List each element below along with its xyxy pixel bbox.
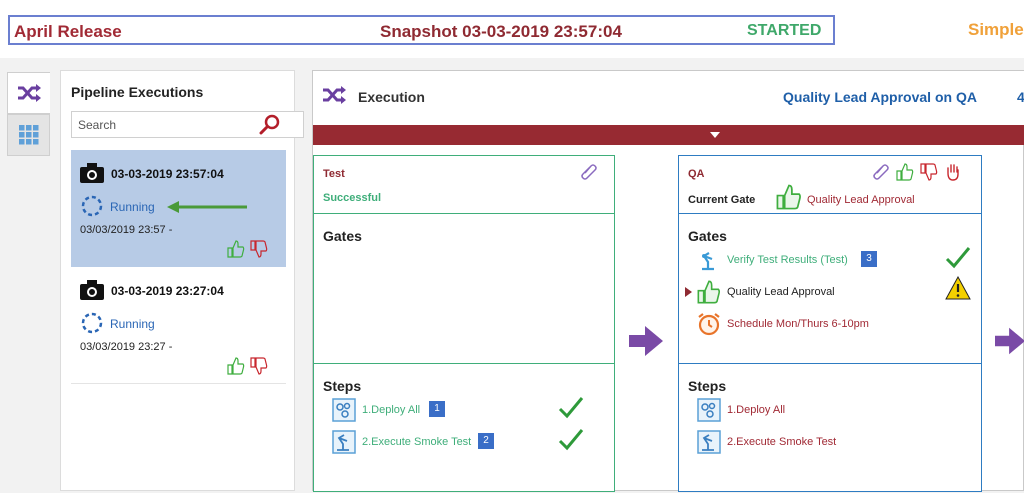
step-row[interactable]: 2.Execute Smoke Test bbox=[697, 430, 977, 456]
arrow-left-icon bbox=[167, 200, 247, 218]
stage-name: Test bbox=[323, 168, 345, 180]
stage-header: QA Current Gate Quality Lead Approval bbox=[679, 156, 981, 214]
spinner-icon bbox=[80, 311, 104, 340]
search-icon[interactable] bbox=[259, 114, 281, 141]
gates-section: Gates bbox=[314, 214, 614, 364]
checkmark-icon bbox=[945, 246, 971, 275]
thumbs-down-icon[interactable] bbox=[920, 163, 938, 186]
thumbs-down-icon[interactable] bbox=[250, 357, 268, 380]
execution-count: 4 bbox=[1017, 89, 1024, 105]
top-bar: April Release Snapshot 03-03-2019 23:57:… bbox=[0, 0, 1024, 58]
execution-date: 03-03-2019 23:57:04 bbox=[111, 167, 224, 181]
checkmark-icon bbox=[558, 396, 584, 425]
current-gate-link[interactable]: Quality Lead Approval on QA bbox=[783, 89, 977, 105]
gate-label: Schedule Mon/Thurs 6-10pm bbox=[727, 318, 869, 330]
thumbs-up-icon[interactable] bbox=[896, 163, 914, 186]
search-input[interactable] bbox=[78, 116, 248, 134]
execution-status: Running bbox=[110, 317, 155, 331]
stage-qa: QA Current Gate Quality Lead Approval Ga… bbox=[678, 155, 982, 492]
status-badge: STARTED bbox=[747, 22, 822, 39]
step-label: 2.Execute Smoke Test bbox=[727, 436, 837, 448]
gate-row[interactable]: Schedule Mon/Thurs 6-10pm bbox=[697, 312, 977, 338]
execution-card-2[interactable]: 03-03-2019 23:27:04 Running 03/03/2019 2… bbox=[71, 267, 286, 384]
hand-stop-icon[interactable] bbox=[945, 163, 961, 186]
execution-card-1[interactable]: 03-03-2019 23:57:04 Running 03/03/2019 2… bbox=[71, 150, 286, 267]
thumbs-up-icon[interactable] bbox=[227, 357, 245, 380]
gates-title: Gates bbox=[323, 228, 362, 244]
pipeline-executions-panel: Pipeline Executions 03-03-2019 23:57:04 … bbox=[60, 70, 304, 491]
checkmark-icon bbox=[558, 428, 584, 457]
spinner-icon bbox=[80, 194, 104, 223]
execution-date: 03-03-2019 23:27:04 bbox=[111, 284, 224, 298]
steps-section: Steps 1.Deploy All 1 2.Execute Smoke Tes… bbox=[314, 364, 614, 493]
stage-status: Successful bbox=[323, 192, 382, 204]
robot-arm-icon bbox=[697, 248, 721, 277]
arrow-right-icon bbox=[995, 326, 1024, 361]
stage-test: Test Successful Gates Steps 1.Deploy All… bbox=[313, 155, 615, 492]
current-gate-name: Quality Lead Approval bbox=[807, 194, 915, 206]
execution-header: Execution Quality Lead Approval on QA 4 bbox=[313, 71, 1024, 125]
robot-arm-icon bbox=[697, 430, 721, 459]
gate-label: Quality Lead Approval bbox=[727, 286, 835, 298]
alarm-clock-icon bbox=[697, 312, 721, 341]
deploy-icon bbox=[697, 398, 721, 427]
stage-name: QA bbox=[688, 168, 705, 180]
steps-section: Steps 1.Deploy All 2.Execute Smoke Test bbox=[679, 364, 981, 493]
tab-grid[interactable] bbox=[7, 114, 50, 156]
shuffle-icon bbox=[322, 86, 346, 109]
gate-row[interactable]: Verify Test Results (Test) 3 bbox=[697, 246, 977, 277]
step-badge: 2 bbox=[478, 433, 494, 449]
snapshot-label: Snapshot 03-03-2019 23:57:04 bbox=[380, 22, 622, 41]
panel-title: Pipeline Executions bbox=[71, 84, 204, 100]
view-mode-label[interactable]: Simple bbox=[968, 20, 1024, 40]
execution-time: 03/03/2019 23:27 - bbox=[80, 341, 173, 353]
step-label: 2.Execute Smoke Test bbox=[362, 436, 472, 448]
arrow-right-icon bbox=[629, 326, 663, 361]
deploy-icon bbox=[332, 398, 356, 427]
step-label: 1.Deploy All bbox=[727, 404, 786, 416]
gate-badge: 3 bbox=[861, 251, 877, 267]
chevron-down-icon bbox=[710, 132, 720, 138]
release-name[interactable]: April Release bbox=[14, 22, 122, 42]
execution-title: Execution bbox=[358, 89, 425, 105]
step-label: 1.Deploy All bbox=[362, 404, 421, 416]
steps-title: Steps bbox=[323, 378, 362, 394]
gate-label: Verify Test Results (Test) bbox=[727, 254, 848, 266]
gates-title: Gates bbox=[688, 228, 727, 244]
step-row[interactable]: 2.Execute Smoke Test 2 bbox=[332, 428, 612, 459]
current-gate-label: Current Gate bbox=[688, 194, 756, 206]
collapse-bar[interactable] bbox=[313, 125, 1024, 145]
gates-section: Gates Verify Test Results (Test) 3 Quali… bbox=[679, 214, 981, 364]
tab-pipeline[interactable] bbox=[7, 72, 50, 114]
thumbs-up-icon bbox=[697, 280, 721, 309]
steps-title: Steps bbox=[688, 378, 727, 394]
execution-status: Running bbox=[110, 200, 155, 214]
step-row[interactable]: 1.Deploy All 1 bbox=[332, 396, 612, 427]
search-box bbox=[71, 111, 304, 138]
grid-icon bbox=[18, 125, 38, 145]
step-badge: 1 bbox=[429, 401, 445, 417]
step-row[interactable]: 1.Deploy All bbox=[697, 398, 977, 424]
warning-icon bbox=[945, 275, 971, 305]
thumbs-up-icon bbox=[776, 184, 802, 215]
release-title-box: April Release Snapshot 03-03-2019 23:57:… bbox=[8, 15, 835, 45]
robot-arm-icon bbox=[332, 430, 356, 459]
stage-header: Test Successful bbox=[314, 156, 614, 214]
thumbs-up-icon[interactable] bbox=[227, 240, 245, 263]
camera-icon bbox=[80, 280, 104, 305]
shuffle-icon bbox=[18, 84, 41, 102]
paperclip-icon[interactable] bbox=[580, 163, 598, 186]
caret-right-icon bbox=[685, 287, 692, 297]
execution-time: 03/03/2019 23:57 - bbox=[80, 224, 173, 236]
side-tabs bbox=[7, 72, 50, 156]
thumbs-down-icon[interactable] bbox=[250, 240, 268, 263]
paperclip-icon[interactable] bbox=[872, 163, 890, 186]
execution-panel: Execution Quality Lead Approval on QA 4 … bbox=[312, 70, 1024, 492]
camera-icon bbox=[80, 163, 104, 188]
gate-row[interactable]: Quality Lead Approval bbox=[685, 275, 977, 309]
